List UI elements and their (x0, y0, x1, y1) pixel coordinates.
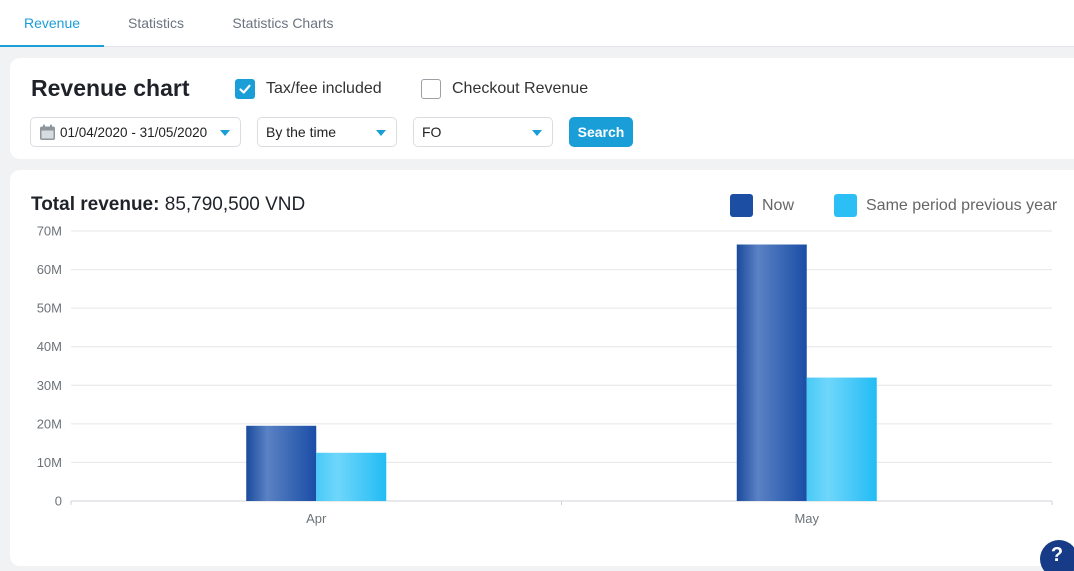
y-tick-label: 70M (37, 224, 62, 239)
calendar-icon (40, 124, 55, 140)
bar-previous-year-apr[interactable] (316, 452, 387, 501)
y-tick-label: 30M (37, 378, 62, 393)
x-category-label: May (794, 511, 819, 526)
outlet-select[interactable]: FO (413, 117, 553, 147)
tab-bar: Revenue Statistics Statistics Charts (0, 0, 1074, 47)
tab-revenue[interactable]: Revenue (0, 0, 104, 47)
search-button[interactable]: Search (569, 117, 633, 147)
chart-panel: Total revenue: 85,790,500 VND Now Same p… (10, 170, 1074, 566)
tab-statistics-charts[interactable]: Statistics Charts (222, 0, 344, 47)
bar-previous-year-may[interactable] (806, 377, 877, 501)
tax-fee-label: Tax/fee included (266, 80, 382, 97)
checkout-revenue-label: Checkout Revenue (452, 80, 589, 97)
revenue-bar-chart: 0 10M 20M 30M 40M 50M 60M 70M Apr May (37, 224, 1053, 526)
tab-statistics[interactable]: Statistics (115, 0, 197, 47)
x-category-label: Apr (306, 511, 327, 526)
checkbox-unchecked-icon (421, 79, 441, 99)
chevron-down-icon (376, 130, 386, 136)
help-icon[interactable]: ? (1040, 540, 1074, 571)
y-tick-label: 20M (37, 416, 62, 431)
y-tick-label: 50M (37, 301, 62, 316)
checkbox-checked-icon (235, 79, 255, 99)
y-tick-label: 40M (37, 339, 62, 354)
page-title: Revenue chart (31, 75, 190, 101)
tax-fee-checkbox[interactable]: Tax/fee included (235, 78, 382, 100)
bar-now-may[interactable] (736, 244, 807, 502)
group-by-value: By the time (266, 124, 337, 140)
chevron-down-icon (532, 130, 542, 136)
y-tick-label: 0 (55, 494, 62, 509)
y-tick-label: 10M (37, 455, 62, 470)
checkout-revenue-checkbox[interactable]: Checkout Revenue (421, 78, 588, 100)
date-range-picker[interactable]: 01/04/2020 - 31/05/2020 (30, 117, 241, 147)
y-tick-label: 60M (37, 262, 62, 277)
filter-panel: Revenue chart Tax/fee included Checkout … (10, 58, 1074, 159)
chevron-down-icon (220, 130, 230, 136)
group-by-select[interactable]: By the time (257, 117, 397, 147)
bar-now-apr[interactable] (246, 425, 317, 501)
date-range-value: 01/04/2020 - 31/05/2020 (60, 124, 208, 140)
outlet-value: FO (422, 124, 442, 140)
